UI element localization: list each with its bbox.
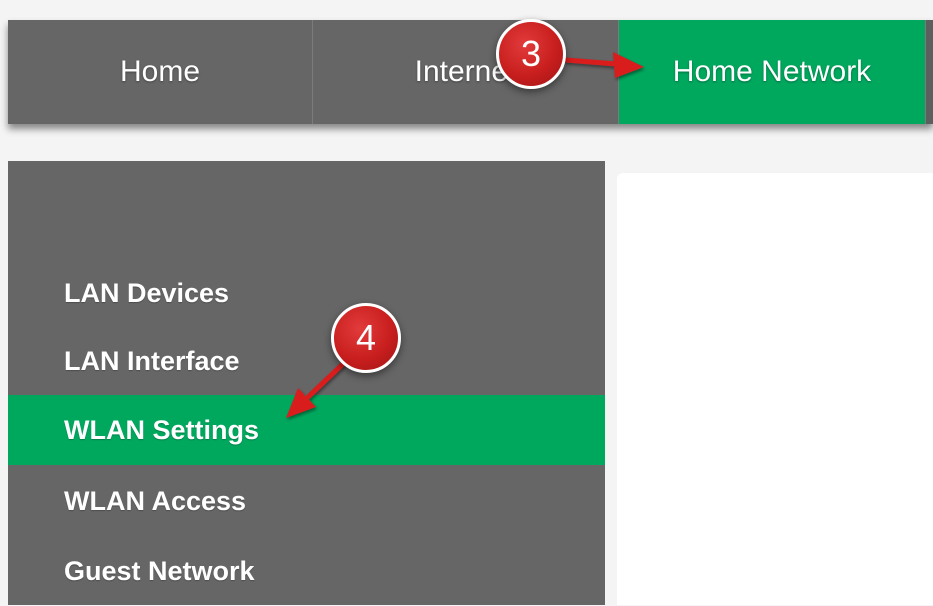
sidebar-item-lan-interface[interactable]: LAN Interface (8, 326, 605, 396)
sidebar-item-guest-network[interactable]: Guest Network (8, 536, 605, 606)
tab-internet[interactable]: Internet (313, 20, 619, 124)
sidebar-item-lan-devices[interactable]: LAN Devices (8, 258, 605, 328)
tab-home[interactable]: Home (8, 20, 313, 124)
top-navigation: Home Internet Home Network (8, 20, 933, 124)
step-3-badge: 3 (496, 19, 566, 89)
tab-overflow[interactable] (925, 20, 933, 124)
sidebar-item-wlan-settings[interactable]: WLAN Settings (8, 395, 605, 465)
sidebar-item-wlan-access[interactable]: WLAN Access (8, 466, 605, 536)
sidebar: LAN Devices LAN Interface WLAN Settings … (8, 161, 605, 605)
step-4-badge: 4 (331, 303, 401, 373)
tab-home-network[interactable]: Home Network (619, 20, 925, 124)
content-panel (617, 173, 933, 605)
